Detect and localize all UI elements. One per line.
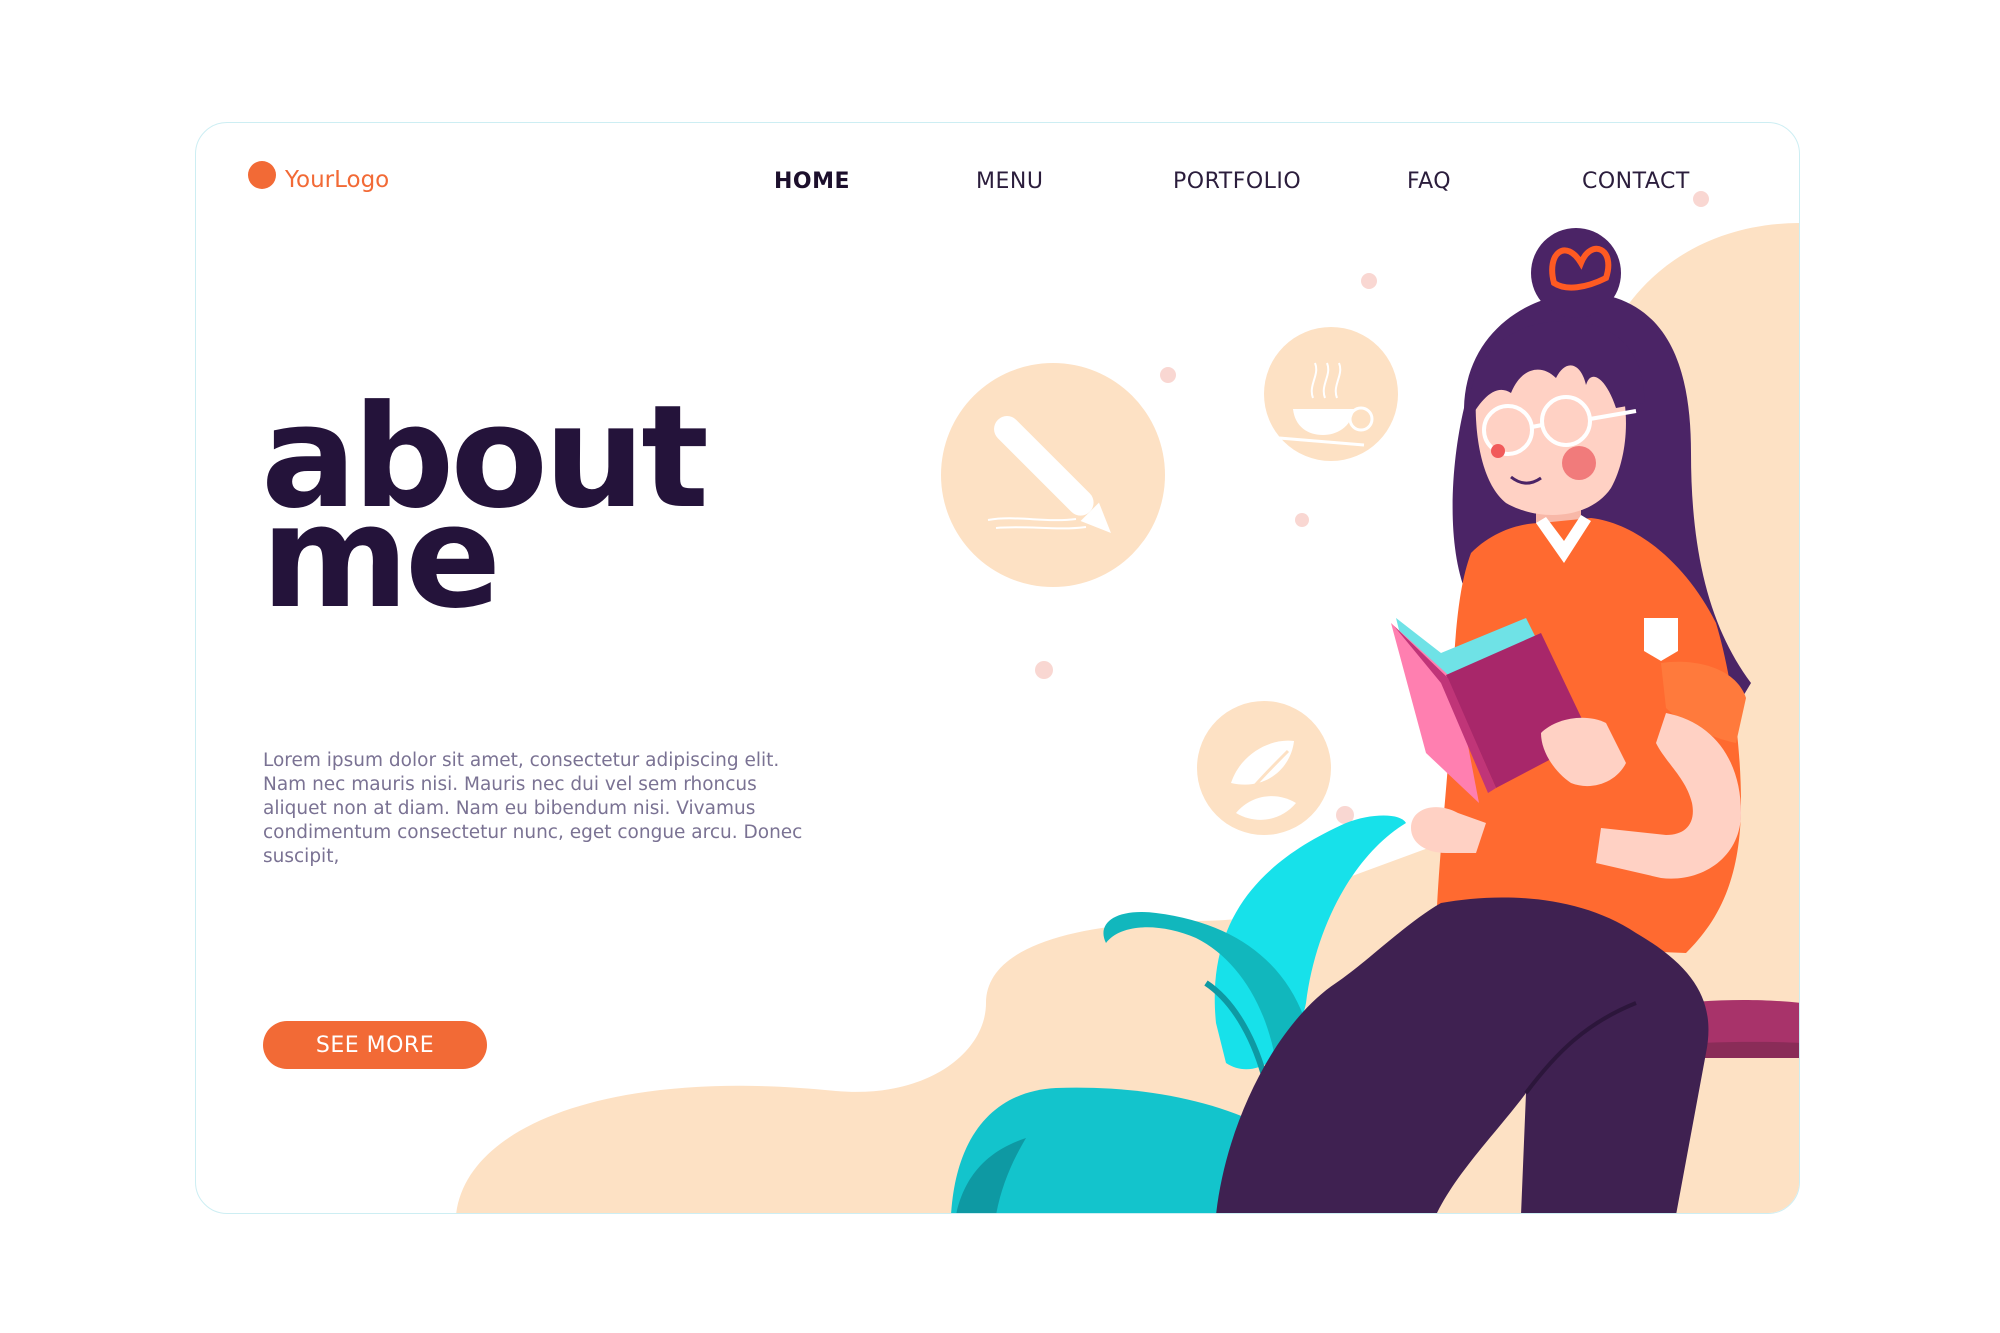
coffee-cup-icon [1264, 327, 1398, 461]
main-nav: HOME MENU PORTFOLIO FAQ CONTACT [196, 169, 1799, 199]
nav-item-contact[interactable]: CONTACT [1582, 169, 1690, 194]
leaf-icon [1197, 701, 1331, 835]
landing-card: YourLogo HOME MENU PORTFOLIO FAQ CONTACT… [195, 122, 1800, 1214]
nav-item-faq[interactable]: FAQ [1407, 169, 1451, 194]
nav-item-portfolio[interactable]: PORTFOLIO [1173, 169, 1301, 194]
nav-item-menu[interactable]: MENU [976, 169, 1043, 194]
decor-dot [1160, 367, 1176, 383]
see-more-button[interactable]: SEE MORE [263, 1021, 487, 1069]
decor-dot [1035, 661, 1053, 679]
decor-dot [1361, 273, 1377, 289]
pencil-icon [941, 363, 1165, 587]
decor-dot [1295, 513, 1309, 527]
page-title: about me [261, 387, 709, 629]
intro-paragraph: Lorem ipsum dolor sit amet, consectetur … [263, 750, 803, 867]
nav-item-home[interactable]: HOME [774, 169, 850, 194]
